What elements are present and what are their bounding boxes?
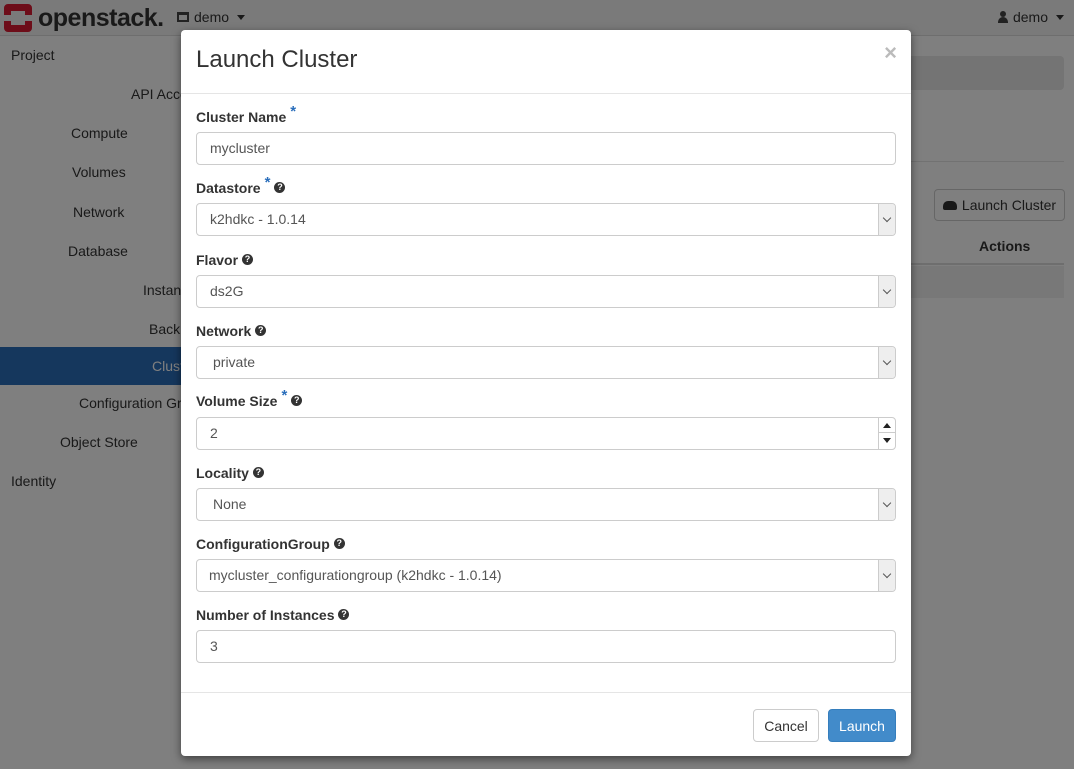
network-select-value: private	[213, 354, 256, 370]
volume-size-value: 2	[210, 425, 218, 441]
datastore-label-text: Datastore	[196, 180, 261, 196]
network-label-text: Network	[196, 323, 252, 339]
increment-icon[interactable]	[879, 418, 895, 433]
num-instances-input[interactable]: 3	[196, 630, 896, 663]
number-stepper	[878, 418, 895, 449]
num-instances-label-text: Number of Instances	[196, 607, 335, 623]
network-select[interactable]: private	[196, 346, 896, 379]
chevron-down-icon	[878, 204, 895, 235]
flavor-label: Flavor ?	[196, 252, 254, 268]
configuration-group-label-text: ConfigurationGroup	[196, 536, 330, 552]
configuration-group-select[interactable]: mycluster_configurationgroup (k2hdkc - 1…	[196, 559, 896, 592]
volume-size-label: Volume Size * ?	[196, 387, 303, 409]
num-instances-label: Number of Instances ?	[196, 607, 350, 623]
modal-title: Launch Cluster	[196, 46, 358, 73]
datastore-select-value: k2hdkc - 1.0.14	[210, 211, 306, 227]
help-icon[interactable]: ?	[274, 182, 286, 193]
datastore-select[interactable]: k2hdkc - 1.0.14	[196, 203, 896, 236]
chevron-down-icon	[878, 489, 895, 520]
launch-cluster-modal: Launch Cluster × Cluster Name * mycluste…	[181, 30, 911, 756]
help-icon[interactable]: ?	[252, 467, 264, 478]
cluster-name-label: Cluster Name *	[196, 103, 296, 125]
cancel-button[interactable]: Cancel	[753, 709, 819, 742]
close-icon[interactable]: ×	[884, 42, 897, 64]
configuration-group-select-value: mycluster_configurationgroup (k2hdkc - 1…	[209, 567, 502, 583]
locality-select-value: None	[213, 496, 247, 512]
required-marker: *	[264, 174, 271, 191]
modal-header: Launch Cluster ×	[181, 30, 911, 94]
required-marker: *	[290, 103, 297, 120]
locality-label-text: Locality	[196, 465, 249, 481]
network-label: Network ?	[196, 323, 267, 339]
volume-size-label-text: Volume Size	[196, 393, 278, 409]
flavor-label-text: Flavor	[196, 252, 239, 268]
help-icon[interactable]: ?	[338, 609, 350, 620]
flavor-select[interactable]: ds2G	[196, 275, 896, 308]
chevron-down-icon	[878, 347, 895, 378]
volume-size-input[interactable]: 2	[196, 417, 896, 450]
datastore-label: Datastore * ?	[196, 174, 286, 196]
chevron-down-icon	[878, 276, 895, 307]
cluster-name-label-text: Cluster Name	[196, 109, 287, 125]
decrement-icon[interactable]	[879, 433, 895, 448]
chevron-down-icon	[878, 560, 895, 591]
configuration-group-label: ConfigurationGroup ?	[196, 536, 345, 552]
help-icon[interactable]: ?	[291, 395, 303, 406]
modal-footer: Cancel Launch	[181, 692, 911, 756]
help-icon[interactable]: ?	[242, 254, 254, 265]
locality-select[interactable]: None	[196, 488, 896, 521]
cluster-name-input[interactable]: mycluster	[196, 132, 896, 165]
flavor-select-value: ds2G	[210, 283, 244, 299]
locality-label: Locality ?	[196, 465, 264, 481]
help-icon[interactable]: ?	[333, 538, 345, 549]
required-marker: *	[281, 387, 288, 404]
launch-button[interactable]: Launch	[828, 709, 896, 742]
help-icon[interactable]: ?	[255, 325, 267, 336]
